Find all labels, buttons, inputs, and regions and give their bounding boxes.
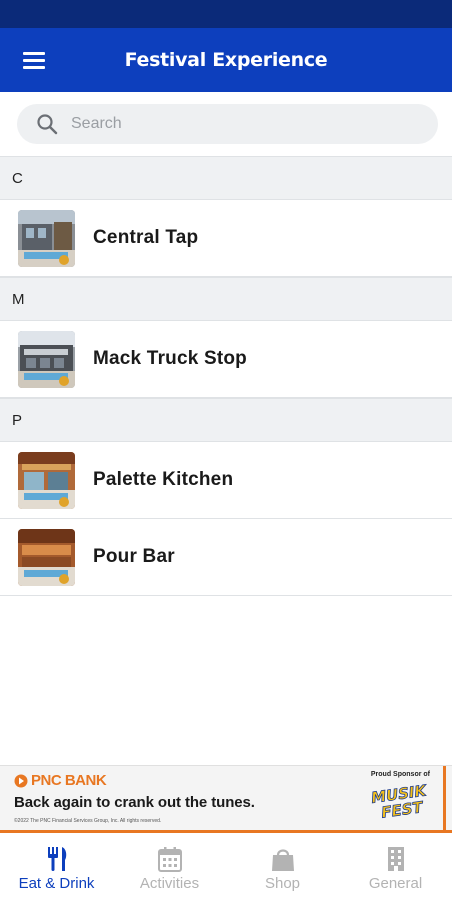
nav-tab-general[interactable]: General bbox=[339, 833, 452, 900]
building-icon bbox=[387, 847, 404, 871]
ad-accent-bar bbox=[443, 766, 446, 831]
ad-legal-text: ©2022 The PNC Financial Services Group, … bbox=[14, 818, 162, 824]
venue-photo-thumbnail bbox=[18, 330, 75, 388]
venue-photo-thumbnail bbox=[18, 528, 75, 586]
ad-sponsor-text: Proud Sponsor of bbox=[370, 771, 430, 778]
menu-button[interactable] bbox=[14, 40, 54, 80]
pnc-logo-icon bbox=[14, 774, 28, 787]
section-header-c: C bbox=[0, 156, 452, 200]
nav-label: Activities bbox=[139, 875, 200, 892]
hamburger-icon bbox=[23, 51, 45, 55]
bottom-nav: Eat & Drink Activities Shop General bbox=[0, 833, 452, 900]
list-item-label: Pour Bar bbox=[93, 546, 175, 567]
nav-label: General bbox=[368, 875, 423, 892]
calendar-icon bbox=[157, 847, 182, 872]
list-item-central-tap[interactable]: Central Tap bbox=[0, 200, 452, 277]
venue-photo-thumbnail bbox=[18, 451, 75, 509]
pnc-logo: PNC BANK bbox=[14, 772, 107, 789]
fork-knife-icon bbox=[47, 847, 66, 871]
venue-list: C Central Tap M Mack Truck Stop P Palett… bbox=[0, 156, 452, 596]
section-header-p: P bbox=[0, 398, 452, 442]
list-item-pour-bar[interactable]: Pour Bar bbox=[0, 519, 452, 596]
musikfest-logo: MUSIK FEST bbox=[370, 782, 429, 820]
hamburger-icon-line bbox=[23, 58, 45, 62]
status-bar bbox=[0, 0, 452, 28]
page-title: Festival Experience bbox=[124, 49, 328, 71]
nav-label: Shop bbox=[264, 875, 301, 892]
list-item-label: Palette Kitchen bbox=[93, 469, 234, 490]
nav-tab-activities[interactable]: Activities bbox=[113, 833, 226, 900]
search-icon bbox=[37, 114, 58, 135]
ad-brand: PNC BANK bbox=[31, 772, 107, 789]
sponsor-ad-banner[interactable]: PNC BANK Back again to crank out the tun… bbox=[0, 765, 452, 833]
app-bar: Festival Experience bbox=[0, 28, 452, 92]
search-bar bbox=[0, 92, 452, 156]
nav-tab-eat-drink[interactable]: Eat & Drink bbox=[0, 833, 113, 900]
search-input[interactable] bbox=[71, 115, 391, 133]
venue-photo-thumbnail bbox=[18, 209, 75, 267]
nav-label: Eat & Drink bbox=[18, 875, 95, 892]
list-item-mack-truck-stop[interactable]: Mack Truck Stop bbox=[0, 321, 452, 398]
section-header-m: M bbox=[0, 277, 452, 321]
list-item-label: Mack Truck Stop bbox=[93, 348, 247, 369]
shopping-bag-icon bbox=[271, 849, 294, 871]
list-item-palette-kitchen[interactable]: Palette Kitchen bbox=[0, 442, 452, 519]
search-box[interactable] bbox=[17, 104, 438, 144]
ad-headline: Back again to crank out the tunes. bbox=[14, 794, 255, 811]
nav-tab-shop[interactable]: Shop bbox=[226, 833, 339, 900]
list-item-label: Central Tap bbox=[93, 227, 199, 248]
hamburger-icon-line bbox=[23, 65, 45, 69]
